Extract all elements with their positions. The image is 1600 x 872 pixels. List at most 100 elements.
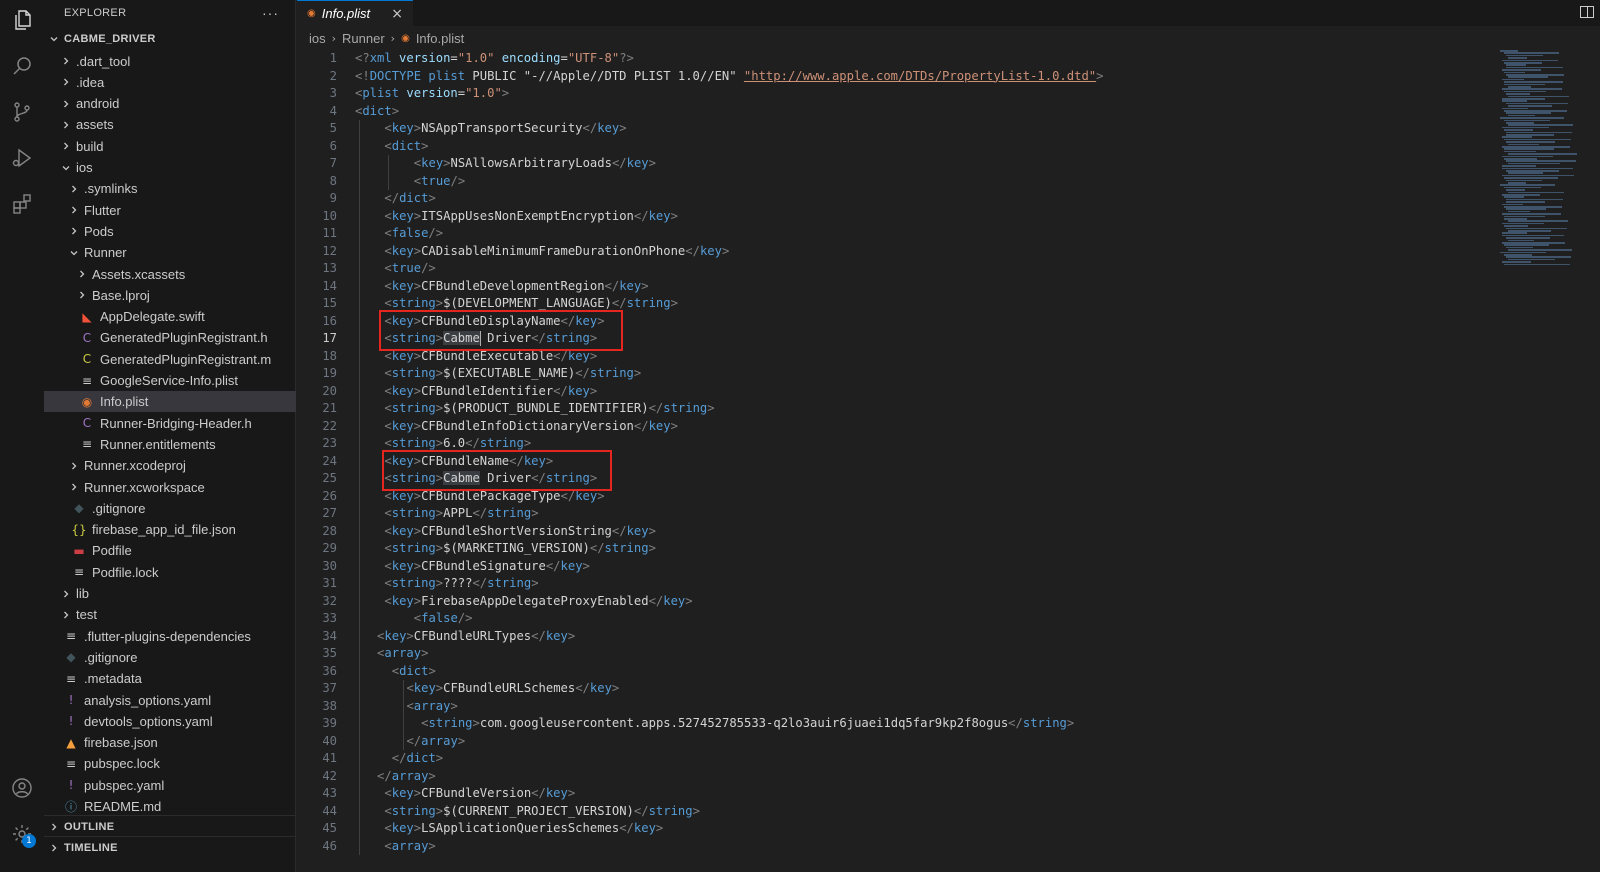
line-number: 38 [322, 698, 337, 713]
chevron-right-icon [48, 819, 60, 835]
tab-info-plist[interactable]: ◉ Info.plist × [297, 0, 413, 26]
file-item[interactable]: ◣ AppDelegate.swift [44, 306, 296, 327]
line-number: 28 [322, 523, 337, 538]
file-item[interactable]: ≡ .metadata [44, 668, 296, 689]
split-editor-icon[interactable] [1580, 6, 1594, 18]
minimap-line [1504, 148, 1554, 150]
line-number: 42 [322, 768, 337, 783]
line-number: 18 [322, 348, 337, 363]
breadcrumb-item[interactable]: ios [309, 31, 326, 46]
tree-item-label: .dart_tool [76, 53, 131, 69]
chevron-right-icon [68, 223, 80, 239]
folder-item[interactable]: Assets.xcassets [44, 264, 296, 285]
line-number: 7 [329, 156, 337, 170]
file-item[interactable]: C Runner-Bridging-Header.h [44, 413, 296, 434]
folder-item[interactable]: Flutter [44, 200, 296, 221]
file-item[interactable]: C GeneratedPluginRegistrant.m [44, 349, 296, 370]
file-item[interactable]: ≡ pubspec.lock [44, 753, 296, 774]
file-item[interactable]: ▬ Podfile [44, 540, 296, 561]
file-item[interactable]: ≡ .flutter-plugins-dependencies [44, 626, 296, 647]
tree-item-label: Pods [84, 223, 114, 239]
line-number: 27 [322, 506, 337, 520]
minimap-line [1508, 191, 1564, 194]
file-item[interactable]: ≡ GoogleService-Info.plist [44, 370, 296, 391]
folder-item[interactable]: ios [44, 157, 296, 178]
minimap-line [1506, 54, 1543, 57]
folder-item[interactable]: lib [44, 583, 296, 604]
file-item[interactable]: ! analysis_options.yaml [44, 690, 296, 711]
folder-item[interactable]: Runner.xcodeproj [44, 455, 296, 476]
file-item[interactable]: ◉ Info.plist [44, 391, 296, 413]
search-icon[interactable] [6, 50, 38, 82]
minimap-line [1502, 174, 1574, 177]
line-number: 31 [322, 576, 337, 590]
file-item[interactable]: ◆ .gitignore [44, 498, 296, 519]
folder-item[interactable]: .dart_tool [44, 51, 296, 72]
file-item[interactable]: {} firebase_app_id_file.json [44, 519, 296, 540]
line-number: 26 [322, 488, 337, 503]
tree-item-label: build [76, 138, 104, 154]
minimap-line [1508, 95, 1569, 98]
chevron-right-icon [60, 53, 72, 69]
text-file-icon: ≡ [65, 629, 77, 644]
tab-bar: ◉ Info.plist × [297, 0, 1600, 26]
tree-item-label: README.md [84, 799, 162, 814]
folder-item[interactable]: assets [44, 114, 296, 135]
explorer-header: EXPLORER ··· [44, 0, 295, 26]
file-item[interactable]: ≡ Runner.entitlements [44, 434, 296, 455]
indent-guide [359, 120, 360, 855]
code-line: <true/> [384, 261, 436, 275]
files-icon[interactable] [6, 4, 38, 36]
file-item[interactable]: ▲ firebase.json [44, 732, 296, 753]
minimap-line [1508, 57, 1527, 59]
folder-item[interactable]: Pods [44, 221, 296, 242]
file-item[interactable]: ! pubspec.yaml [44, 775, 296, 796]
close-icon[interactable]: × [391, 6, 403, 22]
folder-item[interactable]: Runner.xcworkspace [44, 477, 296, 498]
run-debug-icon[interactable] [6, 142, 38, 174]
folder-item[interactable]: android [44, 93, 296, 114]
minimap-line [1504, 62, 1542, 64]
folder-item[interactable]: .idea [44, 72, 296, 93]
minimap-line [1502, 261, 1531, 263]
minimap-line [1506, 134, 1554, 136]
outline-section[interactable]: OUTLINE [44, 816, 296, 837]
minimap-line [1508, 249, 1572, 251]
line-number: 4 [329, 103, 337, 118]
vertical-scrollbar[interactable] [1586, 50, 1600, 872]
folder-item[interactable]: build [44, 136, 296, 157]
file-item[interactable]: ! devtools_options.yaml [44, 711, 296, 732]
explorer-root-folder[interactable]: CABME_DRIVER [44, 28, 296, 49]
folder-item[interactable]: Base.lproj [44, 285, 296, 306]
code-line: <array> [377, 646, 429, 660]
folder-item[interactable]: test [44, 604, 296, 625]
tree-item-label: .idea [76, 74, 105, 90]
minimap-line [1508, 86, 1531, 88]
code-line: <key>CFBundleURLTypes</key> [377, 628, 576, 643]
timeline-section[interactable]: TIMELINE [44, 837, 296, 858]
highlight-box [382, 449, 612, 491]
source-control-icon[interactable] [6, 96, 38, 128]
minimap[interactable] [1500, 50, 1586, 270]
more-actions-icon[interactable]: ··· [262, 5, 279, 21]
tree-item-label: Runner.xcodeproj [84, 458, 186, 474]
code-line: <key>CFBundleVersion</key> [384, 786, 576, 800]
extensions-icon[interactable] [6, 188, 38, 220]
folder-item[interactable]: .symlinks [44, 178, 296, 199]
file-item[interactable]: C GeneratedPluginRegistrant.h [44, 327, 296, 348]
file-item[interactable]: ⓘ README.md [44, 796, 296, 817]
account-icon[interactable] [6, 772, 38, 804]
tab-label: Info.plist [321, 6, 371, 21]
file-item[interactable]: ◆ .gitignore [44, 647, 296, 668]
breadcrumb-item[interactable]: Runner [342, 31, 385, 46]
minimap-line [1502, 242, 1565, 244]
code-line: <key>CFBundleSignature</key> [384, 558, 590, 573]
settings-gear-icon[interactable]: 1 [6, 818, 38, 850]
minimap-line [1504, 119, 1550, 122]
breadcrumb-item[interactable]: Info.plist [416, 31, 464, 46]
folder-item[interactable]: Runner [44, 242, 296, 263]
line-number: 34 [322, 628, 337, 643]
tree-item-label: Base.lproj [92, 287, 150, 303]
file-item[interactable]: ≡ Podfile.lock [44, 562, 296, 583]
code-editor[interactable]: 1 <?xml version="1.0" encoding="UTF-8"?> 2… [297, 50, 1600, 872]
